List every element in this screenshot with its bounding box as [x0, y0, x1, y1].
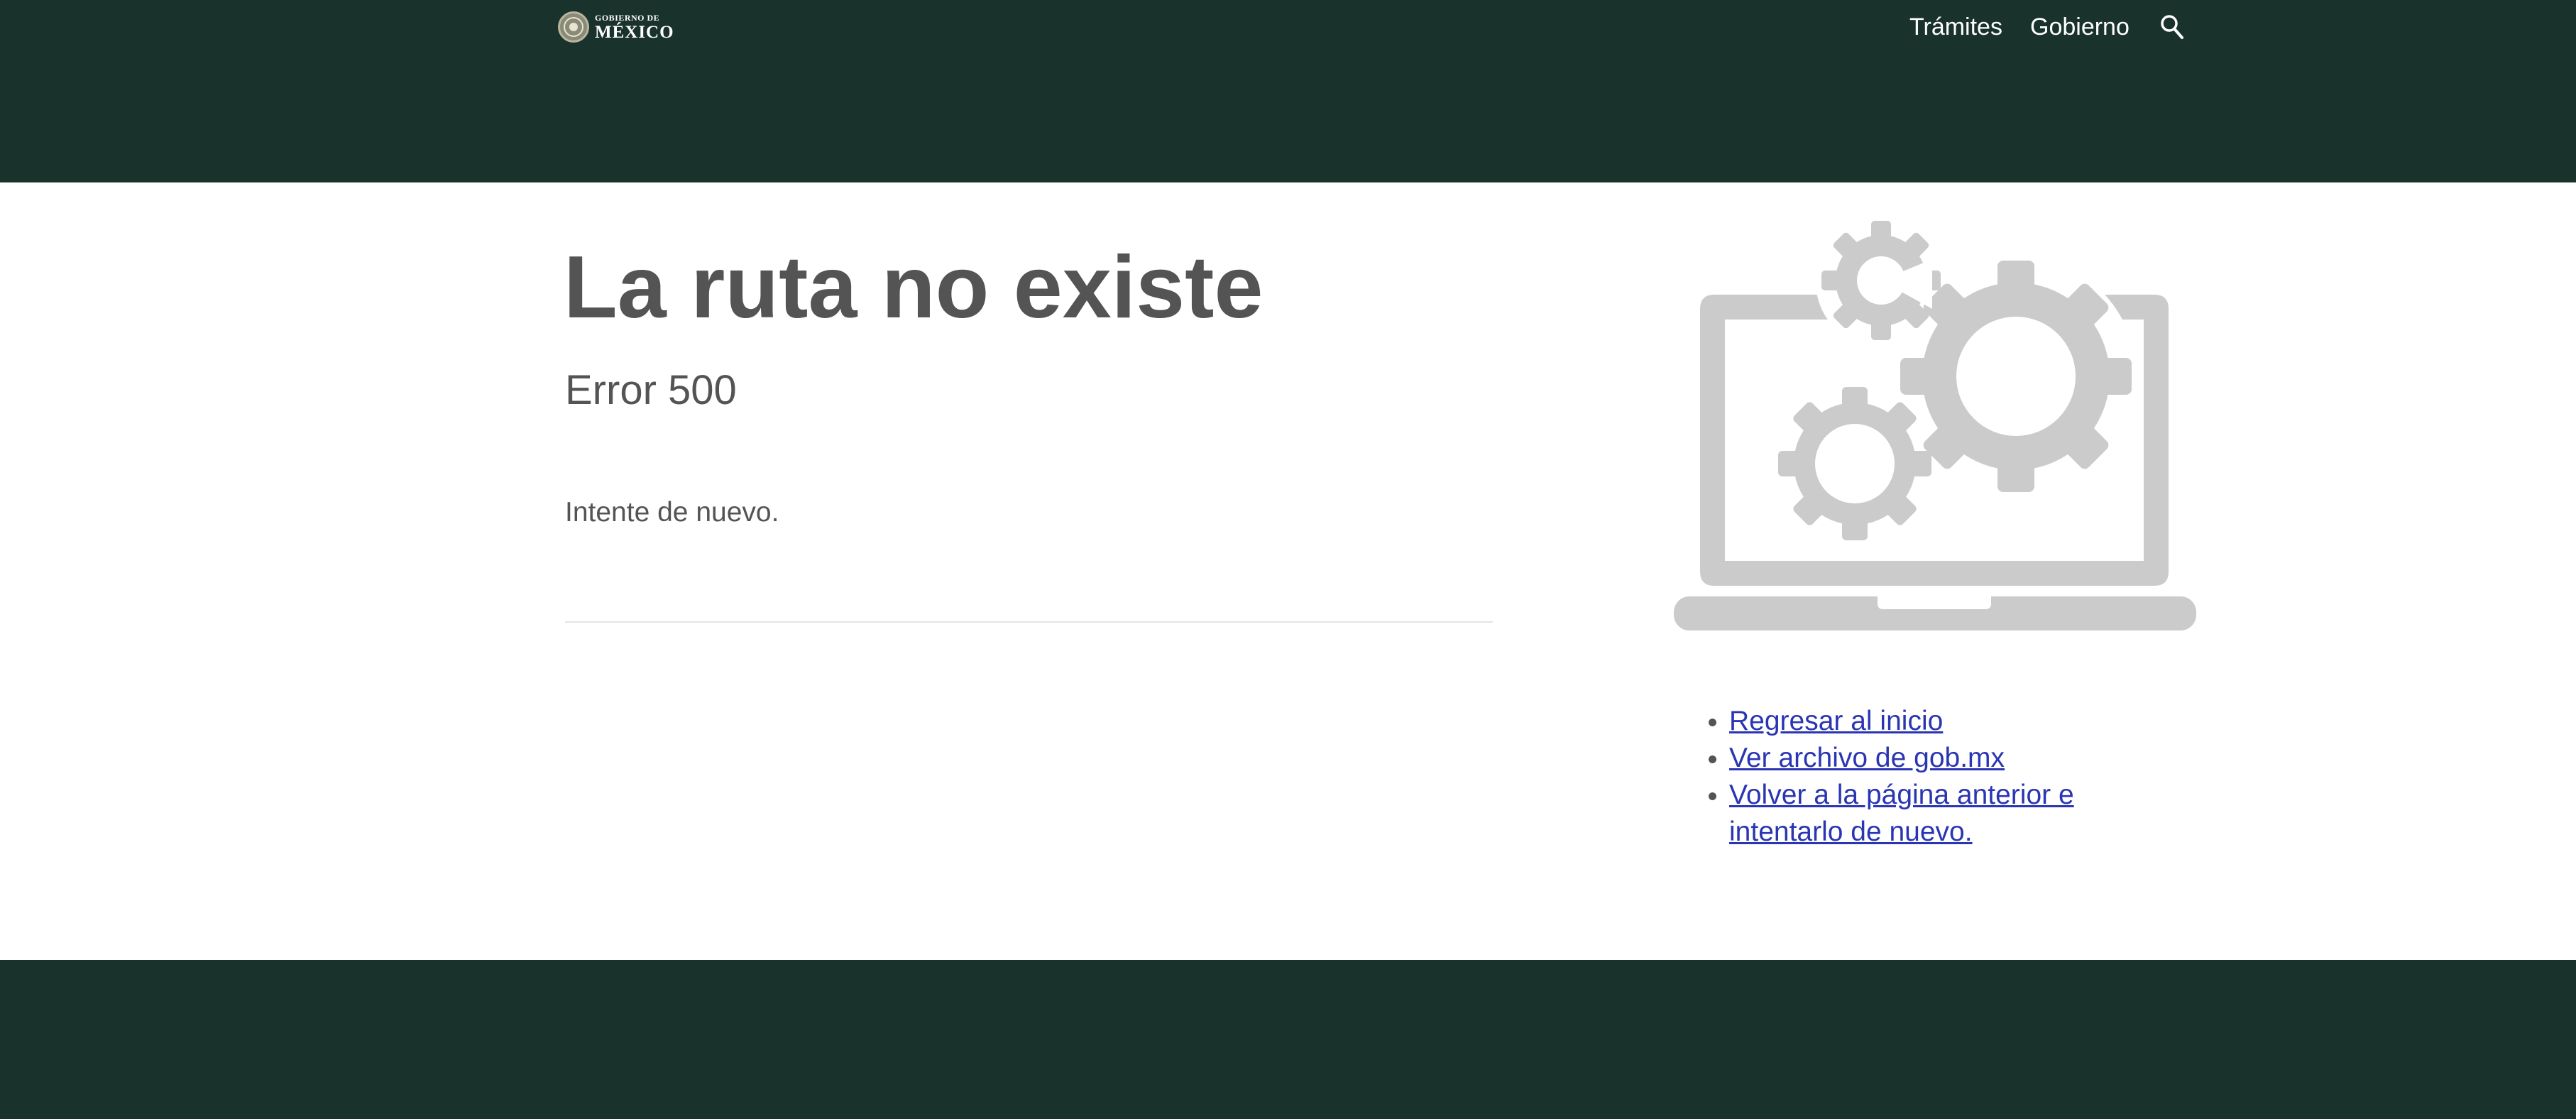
page-title: La ruta no existe: [564, 239, 1264, 337]
logo-line1: GOBIERNO DE: [595, 12, 660, 23]
nav-link-tramites[interactable]: Trámites: [1909, 10, 2002, 44]
list-item: Ver archivo de gob.mx: [1729, 740, 2179, 777]
help-links-list: Regresar al inicio Ver archivo de gob.mx…: [1682, 703, 2179, 851]
nav-link-gobierno[interactable]: Gobierno: [2030, 10, 2130, 44]
gobierno-de-mexico-logo[interactable]: GOBIERNO DE MÉXICO: [558, 10, 674, 44]
list-item: Volver a la página anterior e intentarlo…: [1729, 777, 2179, 851]
retry-message: Intente de nuevo.: [565, 497, 779, 528]
error-code: Error 500: [565, 367, 737, 413]
top-header: GOBIERNO DE MÉXICO Trámites Gobierno: [0, 0, 2576, 182]
divider: [565, 621, 1493, 623]
search-icon[interactable]: [2158, 10, 2186, 44]
laptop-gears-icon: [1668, 202, 2200, 635]
coat-of-arms-icon: [558, 11, 589, 43]
list-item: Regresar al inicio: [1729, 703, 2179, 740]
page-footer: [0, 960, 2576, 1119]
logo-wordmark: GOBIERNO DE MÉXICO: [595, 13, 674, 41]
link-regresar-al-inicio[interactable]: Regresar al inicio: [1729, 706, 1943, 736]
link-ver-archivo[interactable]: Ver archivo de gob.mx: [1729, 743, 2005, 773]
logo-line2: MÉXICO: [595, 22, 674, 42]
link-volver-pagina-anterior[interactable]: Volver a la página anterior e intentarlo…: [1729, 780, 2074, 847]
